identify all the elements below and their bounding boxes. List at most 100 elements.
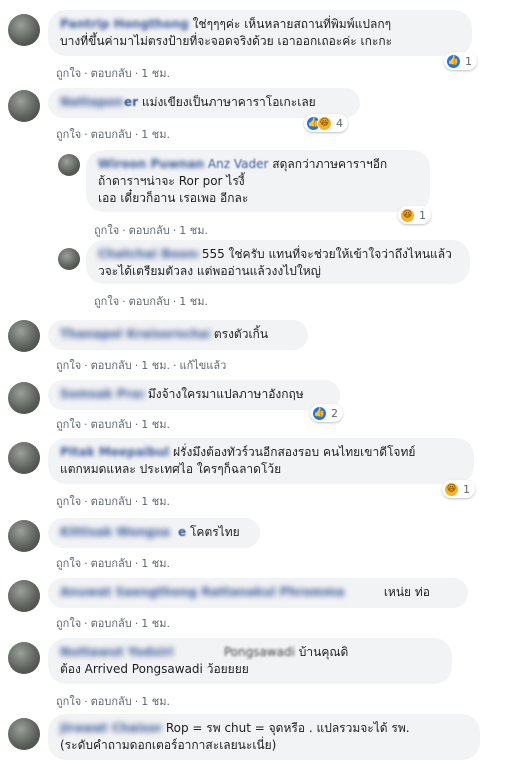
reply-link[interactable]: ตอบกลับ xyxy=(129,224,170,237)
commenter-name-tail: er xyxy=(124,95,139,109)
comment-text: วจะได้เตรียมตัวลง แต่พออ่านแล้วงงไปใหญ่ xyxy=(98,264,321,278)
separator: · xyxy=(172,224,177,237)
reaction-summary[interactable]: 😆 1 xyxy=(442,480,475,498)
like-link[interactable]: ถูกใจ xyxy=(56,557,81,570)
avatar[interactable] xyxy=(8,642,40,674)
haha-icon: 😆 xyxy=(317,115,332,131)
comment-actions: ถูกใจ · ตอบกลับ · 1 ชม. xyxy=(94,292,208,310)
commenter-name-tail: Anz Vader xyxy=(207,157,269,171)
timestamp[interactable]: 1 ชม. xyxy=(141,557,170,570)
comment-text: ตรงตัวเกิ้น xyxy=(213,327,269,341)
reply-link[interactable]: ตอบกลับ xyxy=(91,617,132,630)
avatar[interactable] xyxy=(58,248,80,270)
reaction-summary[interactable]: 👍 2 xyxy=(310,404,343,422)
timestamp[interactable]: 1 ชม. xyxy=(141,359,170,372)
comment-actions: ถูกใจ · ตอบกลับ · 1 ชม. xyxy=(56,692,170,710)
commenter-name[interactable]: Jirawat Chaisong xyxy=(60,720,162,737)
commenter-name[interactable]: Nuttawut Yodsiri xyxy=(60,644,220,661)
separator: · xyxy=(84,359,88,372)
reply-link[interactable]: ตอบกลับ xyxy=(91,418,132,431)
comment-text: เออ เดี๋ยวก็อาน เรอเพอ อีกละ xyxy=(98,191,249,205)
comment-bubble: Pantrip Hongthong ใช่ๆๆๆค่ะ เห็นหลายสถาน… xyxy=(48,10,472,56)
like-link[interactable]: ถูกใจ xyxy=(56,495,81,508)
separator: · xyxy=(84,695,88,708)
comment-actions: ถูกใจ · ตอบกลับ · 1 ชม. · แก้ไขแล้ว xyxy=(56,356,226,374)
avatar[interactable] xyxy=(8,320,40,352)
comment-text: มึงจ้างใครมาแปลภาษาอังกฤษ xyxy=(147,387,304,401)
timestamp[interactable]: 1 ชม. xyxy=(141,617,170,630)
separator: · xyxy=(134,695,139,708)
comment-text: ฝรั่งมึงต้องทัวร์วนอีกสองรอบ คนไทยเขาดีโ… xyxy=(173,445,416,459)
separator: · xyxy=(84,418,88,431)
comment-text: แม่งเขียงเป็นภาษาคาราโอเกะเลย xyxy=(141,95,316,109)
commenter-name-tail: e xyxy=(178,525,187,539)
reply-link[interactable]: ตอบกลับ xyxy=(91,557,132,570)
timestamp[interactable]: 1 ชม. xyxy=(141,128,170,141)
reaction-summary[interactable]: 👍 1 xyxy=(444,52,477,70)
commenter-name[interactable]: Pitak Meepaibul xyxy=(60,445,169,459)
commenter-name[interactable]: Thanapol Kraisornchai xyxy=(60,326,210,343)
comment-actions: ถูกใจ · ตอบกลับ · 1 ชม. xyxy=(56,554,170,572)
reply-link[interactable]: ตอบกลับ xyxy=(129,295,170,308)
timestamp[interactable]: 1 ชม. xyxy=(141,495,170,508)
reply-link[interactable]: ตอบกลับ xyxy=(91,67,132,80)
avatar[interactable] xyxy=(8,90,40,122)
avatar[interactable] xyxy=(8,382,40,414)
like-link[interactable]: ถูกใจ xyxy=(56,617,81,630)
reply-link[interactable]: ตอบกลับ xyxy=(91,359,132,372)
commenter-name[interactable]: Anuwat Saengthong Rattanakul Phromma xyxy=(60,584,380,601)
timestamp[interactable]: 1 ชม. xyxy=(141,418,170,431)
commenter-name[interactable]: Somsak Prasert xyxy=(60,386,144,403)
reaction-summary[interactable]: 😆 1 xyxy=(398,206,431,224)
reaction-count: 4 xyxy=(336,116,343,130)
comment-bubble: Jirawat Chaisong Rop = รพ chut = จุดหรือ… xyxy=(48,714,480,760)
like-link[interactable]: ถูกใจ xyxy=(56,67,81,80)
comment-bubble: Thanapol Kraisornchai ตรงตัวเกิ้น xyxy=(48,320,308,350)
timestamp[interactable]: 1 ชม. xyxy=(141,695,170,708)
timestamp[interactable]: 1 ชม. xyxy=(141,67,170,80)
comment-text: ต้อง Arrived Pongsawadi ว้อยยยย xyxy=(60,662,249,676)
reply-link[interactable]: ตอบกลับ xyxy=(91,695,132,708)
commenter-name[interactable]: Kittisak Wongsa xyxy=(60,524,178,541)
comment-actions: ถูกใจ · ตอบกลับ · 1 ชม. xyxy=(94,221,208,239)
like-link[interactable]: ถูกใจ xyxy=(56,128,81,141)
avatar[interactable] xyxy=(8,580,40,612)
commenter-name[interactable]: Nattapong Suwannarat xyxy=(60,94,124,111)
comment-text: (ระดับคำถามดอกเตอร์อากาสะเลยนะเนี่ย) xyxy=(60,738,277,752)
comment-bubble: Pitak Meepaibul ฝรั่งมึงต้องทัวร์วนอีกสอ… xyxy=(48,438,474,484)
comment-text: แตกหมดแหละ ประเทศไอ ใครๆก็ฉลาดโว้ย xyxy=(60,462,282,476)
comment-bubble: Nuttawut Yodsiri Pongsawadi บ้านคุณดิ ต้… xyxy=(48,638,452,684)
comment-actions: ถูกใจ · ตอบกลับ · 1 ชม. xyxy=(56,614,170,632)
edited-link[interactable]: แก้ไขแล้ว xyxy=(179,359,226,372)
timestamp[interactable]: 1 ชม. xyxy=(179,295,208,308)
comment-actions: ถูกใจ · ตอบกลับ · 1 ชม. xyxy=(56,64,170,82)
separator: · xyxy=(172,295,177,308)
avatar[interactable] xyxy=(8,520,40,552)
reaction-summary[interactable]: 👍 😆 4 xyxy=(304,114,348,132)
avatar[interactable] xyxy=(8,442,40,474)
haha-icon: 😆 xyxy=(400,207,415,223)
like-link[interactable]: ถูกใจ xyxy=(56,418,81,431)
avatar[interactable] xyxy=(8,14,40,46)
timestamp[interactable]: 1 ชม. xyxy=(179,224,208,237)
commenter-name[interactable]: Chatchai Boonmee xyxy=(98,246,198,263)
comment-actions: ถูกใจ · ตอบกลับ · 1 ชม. xyxy=(56,492,170,510)
reply-link[interactable]: ตอบกลับ xyxy=(91,495,132,508)
reply-link[interactable]: ตอบกลับ xyxy=(91,128,132,141)
commenter-name[interactable]: Wiroon Puwnan xyxy=(98,157,204,171)
comment-text: สดุลกว่าภาษคาราฯอีก xyxy=(272,157,388,171)
like-link[interactable]: ถูกใจ xyxy=(94,224,119,237)
separator: · xyxy=(134,67,139,80)
commenter-name-tail: Pongsawadi xyxy=(223,645,295,659)
like-link[interactable]: ถูกใจ xyxy=(56,695,81,708)
comment-actions: ถูกใจ · ตอบกลับ · 1 ชม. xyxy=(56,125,170,143)
avatar[interactable] xyxy=(58,154,80,176)
separator: · xyxy=(84,67,88,80)
comment-bubble: Wiroon Puwnan Anz Vader สดุลกว่าภาษคาราฯ… xyxy=(86,150,430,212)
separator: · xyxy=(84,557,88,570)
like-link[interactable]: ถูกใจ xyxy=(56,359,81,372)
avatar[interactable] xyxy=(8,718,40,750)
reaction-count: 1 xyxy=(465,54,472,68)
commenter-name[interactable]: Pantrip Hongthong xyxy=(60,17,189,31)
like-link[interactable]: ถูกใจ xyxy=(94,295,119,308)
